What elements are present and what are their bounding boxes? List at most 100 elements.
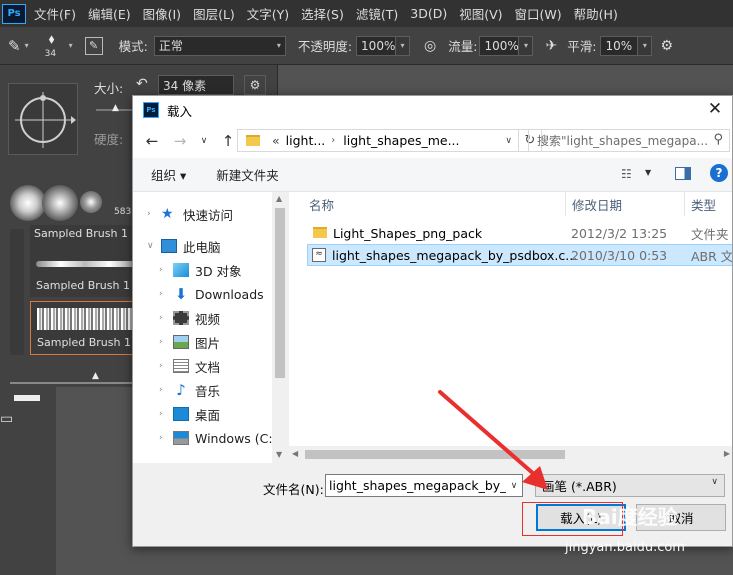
brush-thumbnail-size-slider[interactable] [10,382,132,384]
scrollbar-thumb[interactable] [305,450,565,459]
scroll-left-icon[interactable]: ◀ [292,449,298,458]
size-input[interactable]: 34 像素 [158,75,234,95]
column-header-type[interactable]: 类型 [685,192,732,216]
chevron-down-icon[interactable]: ▼ [645,168,651,177]
opacity-input[interactable]: 100% [356,35,397,56]
nav-3d-objects[interactable]: › 3D 对象 [145,258,285,282]
chevron-down-icon[interactable]: ∨ [506,475,522,496]
expand-icon[interactable]: › [147,209,157,219]
scroll-down-icon[interactable]: ▼ [276,450,282,459]
pressure-opacity-icon[interactable]: ◎ [424,38,436,54]
photoshop-logo-icon[interactable]: Ps [2,3,26,24]
expand-icon[interactable]: › [159,433,169,443]
brush-tip-soft-1[interactable] [10,185,46,221]
chevron-down-icon[interactable]: ▾ [25,41,29,50]
view-options-icon[interactable]: ☷ [621,167,632,181]
search-input[interactable]: 搜索"light_shapes_megapa... ⚲ [528,129,730,152]
flow-input[interactable]: 100% [479,35,520,56]
screen-mode-icon[interactable]: ▭ [0,411,13,427]
brush-tip-icon: ⬧ [48,31,55,47]
up-arrow-icon[interactable]: ↑ [217,132,239,150]
menu-help[interactable]: 帮助(H) [568,4,624,23]
filename-input[interactable]: light_shapes_megapack_by_ps ∨ [325,474,523,497]
brush-list-scrollbar[interactable] [10,229,24,355]
breadcrumb-item[interactable]: light_shapes_me... [343,133,459,148]
brush-tip-soft-2[interactable] [42,185,78,221]
menu-3d[interactable]: 3D(D) [404,6,453,21]
chevron-down-icon[interactable]: ▾ [69,41,73,50]
file-list-horizontal-scrollbar[interactable]: ◀ ▶ [288,446,732,463]
nav-desktop[interactable]: › 桌面 [145,402,285,426]
nav-pane-scrollbar[interactable]: ▲ ▼ [272,192,288,463]
menu-select[interactable]: 选择(S) [295,4,350,23]
organize-button[interactable]: 组织 ▾ [151,165,186,184]
nav-downloads[interactable]: › ⬇ Downloads [145,282,285,306]
expand-icon[interactable]: › [159,385,169,395]
menu-file[interactable]: 文件(F) [28,4,82,23]
collapse-icon[interactable]: ∨ [147,241,157,251]
expand-icon[interactable]: › [159,265,169,275]
chevron-down-icon[interactable]: ∨ [193,136,215,146]
nav-quick-access[interactable]: › ★ 快速访问 [133,202,273,226]
expand-icon[interactable]: › [159,361,169,371]
expand-icon[interactable]: › [159,289,169,299]
address-bar[interactable]: « light... › light_shapes_me... ∨ [237,129,519,152]
nav-item-label: 3D 对象 [195,263,242,279]
column-header-date[interactable]: 修改日期 [566,192,685,216]
menu-layer[interactable]: 图层(L) [187,4,241,23]
list-item[interactable]: Sampled Brush 1 1 [30,301,141,355]
menu-edit[interactable]: 编辑(E) [82,4,137,23]
forward-arrow-icon[interactable]: → [169,132,191,150]
brush-settings-toggle-icon[interactable]: ✎ [84,36,103,55]
close-icon[interactable]: ✕ [704,98,726,120]
preview-pane-icon[interactable] [675,167,691,180]
expand-icon[interactable]: › [159,313,169,323]
table-row[interactable]: Light_Shapes_png_pack 2012/3/2 13:25 文件夹 [307,222,732,244]
nav-this-pc[interactable]: ∨ 此电脑 [133,234,273,258]
dialog-title-bar[interactable]: Ps 载入 ✕ [133,96,732,124]
brush-tip-small[interactable] [80,191,102,213]
help-icon[interactable]: ? [710,164,728,182]
chevron-right-icon[interactable]: › [331,135,335,146]
scroll-right-icon[interactable]: ▶ [724,449,730,458]
slider-handle-icon[interactable]: ▲ [112,103,119,113]
filetype-select[interactable]: 画笔 (*.ABR) ∨ [535,474,725,497]
new-folder-button[interactable]: 新建文件夹 [216,165,279,184]
brush-preset-picker[interactable]: ⬧ 34 [43,30,69,62]
breadcrumb-overflow[interactable]: « [272,133,280,148]
opacity-dropdown[interactable]: ▾ [396,35,411,56]
gear-icon[interactable]: ⚙ [244,75,266,95]
expand-icon[interactable]: › [159,409,169,419]
scrollbar-thumb[interactable] [275,208,285,378]
table-row-selected[interactable]: ≈ light_shapes_megapack_by_psdbox.c... 2… [307,244,732,266]
smoothing-dropdown[interactable]: ▾ [638,35,653,56]
back-arrow-icon[interactable]: ← [141,132,163,150]
column-header-name[interactable]: 名称 [289,192,566,216]
menu-type[interactable]: 文字(Y) [241,4,295,23]
brush-tool-icon[interactable]: ✎ [8,37,21,55]
nav-documents[interactable]: › 文档 [145,354,285,378]
airbrush-icon[interactable]: ✈ [545,38,557,54]
chevron-down-icon[interactable]: ∨ [505,136,512,146]
breadcrumb-item[interactable]: light... [286,133,326,148]
list-item[interactable]: Sampled Brush 1 7 [30,245,140,297]
menu-window[interactable]: 窗口(W) [509,4,568,23]
slider-handle-icon[interactable]: ▲ [92,371,99,381]
smoothing-input[interactable]: 10% [600,35,639,56]
nav-windows-drive[interactable]: › Windows (C:) [145,426,285,450]
expand-icon[interactable]: › [159,337,169,347]
gear-icon[interactable]: ⚙ [660,38,673,54]
brush-angle-preview[interactable] [8,83,78,155]
menu-view[interactable]: 视图(V) [453,4,508,23]
nav-videos[interactable]: › 视频 [145,306,285,330]
mode-select[interactable]: 正常 ▾ [153,35,286,56]
nav-music[interactable]: › ♪ 音乐 [145,378,285,402]
scroll-up-icon[interactable]: ▲ [276,194,282,203]
nav-pictures[interactable]: › 图片 [145,330,285,354]
panel-handle[interactable] [14,395,40,401]
reset-icon[interactable]: ↶ [136,76,148,92]
menu-image[interactable]: 图像(I) [137,4,187,23]
flow-dropdown[interactable]: ▾ [519,35,534,56]
filename-value: light_shapes_megapack_by_ps [329,478,521,493]
menu-filter[interactable]: 滤镜(T) [350,4,404,23]
